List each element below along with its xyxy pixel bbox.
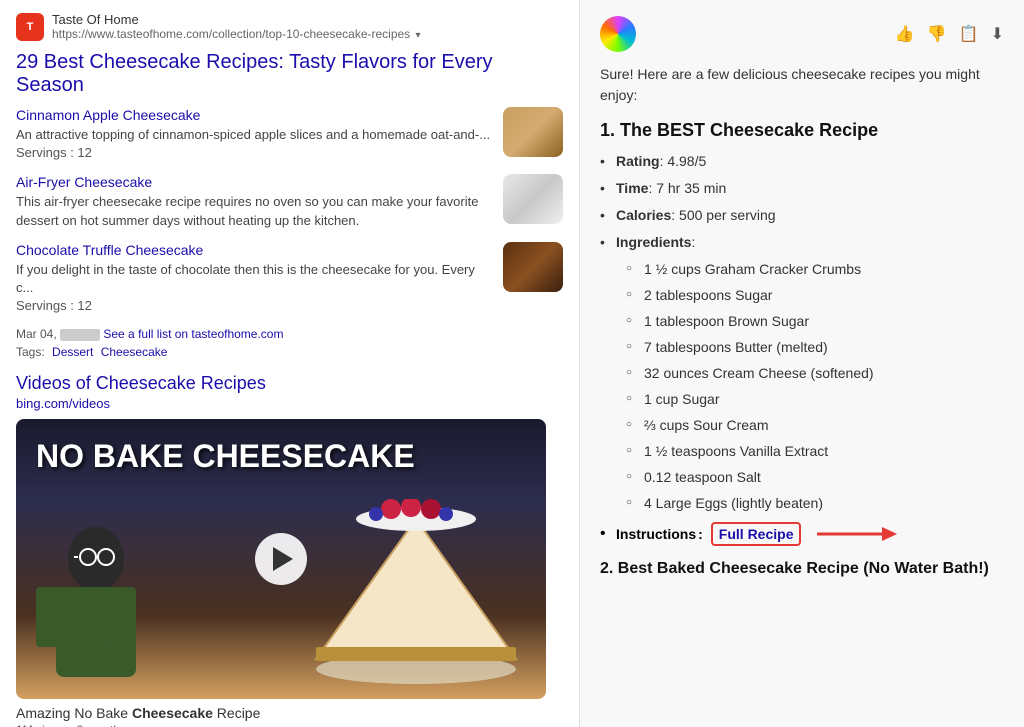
thumbup-icon[interactable]: 👍: [895, 24, 915, 44]
ingredient-2: 2 tablespoons Sugar: [626, 285, 1004, 306]
video-info-title: Amazing No Bake Cheesecake Recipe: [16, 705, 563, 721]
videos-section-title[interactable]: Videos of Cheesecake Recipes: [16, 373, 563, 394]
bullet-time: Time: 7 hr 35 min: [600, 178, 1004, 199]
source-url: https://www.tasteofhome.com/collection/t…: [52, 27, 421, 41]
full-recipe-link[interactable]: Full Recipe: [719, 526, 794, 542]
main-search-title[interactable]: 29 Best Cheesecake Recipes: Tasty Flavor…: [16, 51, 563, 97]
left-panel: T Taste Of Home https://www.tasteofhome.…: [0, 0, 580, 727]
recipe-item-3: Chocolate Truffle Cheesecake If you deli…: [16, 242, 563, 316]
share-icon[interactable]: 📋: [959, 24, 979, 44]
tag-dessert[interactable]: Dessert: [52, 345, 93, 359]
date-line: Mar 04, See a full list on tasteofhome.c…: [16, 327, 563, 341]
recipe-title-2[interactable]: Air-Fryer Cheesecake: [16, 174, 495, 190]
play-triangle-icon: [273, 547, 293, 571]
download-icon[interactable]: ⬇: [991, 24, 1004, 44]
recipe-section-2-title: 2. Best Baked Cheesecake Recipe (No Wate…: [600, 560, 1004, 578]
ai-logo-icon: [600, 16, 636, 52]
instructions-full-recipe-box[interactable]: Full Recipe: [711, 522, 802, 546]
video-meta: 1M views · 8 months ago: [16, 723, 563, 727]
cheesecake-icon: [306, 499, 526, 689]
see-full-link[interactable]: See a full list on tasteofhome.com: [103, 327, 283, 341]
source-name: Taste Of Home: [52, 12, 421, 27]
recipe-text-3: Chocolate Truffle Cheesecake If you deli…: [16, 242, 503, 316]
ai-intro-text: Sure! Here are a few delicious cheesecak…: [600, 64, 1004, 106]
recipe-title-1[interactable]: Cinnamon Apple Cheesecake: [16, 107, 495, 123]
calories-label: Calories: [616, 207, 671, 223]
red-arrow-icon: [817, 522, 897, 546]
recipe-text-2: Air-Fryer Cheesecake This air-fryer chee…: [16, 174, 503, 229]
source-text: Taste Of Home https://www.tasteofhome.co…: [52, 12, 421, 41]
recipe-list: Cinnamon Apple Cheesecake An attractive …: [16, 107, 563, 315]
recipe-desc-1: An attractive topping of cinnamon-spiced…: [16, 126, 495, 162]
ingredient-10: 4 Large Eggs (lightly beaten): [626, 493, 1004, 514]
recipe-thumb-1: [503, 107, 563, 157]
ai-header: 👍 👎 📋 ⬇: [600, 16, 1004, 52]
right-panel: 👍 👎 📋 ⬇ Sure! Here are a few delicious c…: [580, 0, 1024, 727]
source-arrow[interactable]: ▾: [416, 30, 421, 41]
recipe-bullets: Rating: 4.98/5 Time: 7 hr 35 min Calorie…: [600, 151, 1004, 514]
ingredients-label: Ingredients: [616, 234, 691, 250]
ingredient-6: 1 cup Sugar: [626, 389, 1004, 410]
rating-label: Rating: [616, 153, 660, 169]
instructions-label: Instructions: [616, 526, 696, 542]
recipe-text-1: Cinnamon Apple Cheesecake An attractive …: [16, 107, 503, 162]
ingredient-5: 32 ounces Cream Cheese (softened): [626, 363, 1004, 384]
recipe-thumb-3: [503, 242, 563, 292]
recipe-desc-3: If you delight in the taste of chocolate…: [16, 261, 495, 316]
video-info: Amazing No Bake Cheesecake Recipe 1M vie…: [16, 705, 563, 727]
recipe-title-3[interactable]: Chocolate Truffle Cheesecake: [16, 242, 495, 258]
tag-cheesecake[interactable]: Cheesecake: [101, 345, 168, 359]
chef-silhouette-icon: [16, 469, 246, 699]
blurred-name: [60, 329, 100, 341]
source-icon: T: [16, 13, 44, 41]
ingredient-1: 1 ½ cups Graham Cracker Crumbs: [626, 259, 1004, 280]
tags-line: Tags: Dessert Cheesecake: [16, 345, 563, 359]
recipe-thumb-2: [503, 174, 563, 224]
ai-actions: 👍 👎 📋 ⬇: [895, 24, 1004, 44]
ingredient-3: 1 tablespoon Brown Sugar: [626, 311, 1004, 332]
thumbdown-icon[interactable]: 👎: [927, 24, 947, 44]
ingredient-9: 0.12 teaspoon Salt: [626, 467, 1004, 488]
ingredient-7: ⅔ cups Sour Cream: [626, 415, 1004, 436]
ingredients-list: 1 ½ cups Graham Cracker Crumbs 2 tablesp…: [626, 259, 1004, 514]
recipe-desc-2: This air-fryer cheesecake recipe require…: [16, 193, 495, 229]
instructions-container: • Instructions : Full Recipe: [600, 522, 1004, 546]
recipe-item-1: Cinnamon Apple Cheesecake An attractive …: [16, 107, 563, 162]
video-thumbnail[interactable]: NO BAKE CHEESECAKE: [16, 419, 546, 699]
bullet-rating: Rating: 4.98/5: [600, 151, 1004, 172]
source-block: T Taste Of Home https://www.tasteofhome.…: [16, 12, 563, 41]
bullet-ingredients: Ingredients: 1 ½ cups Graham Cracker Cru…: [600, 232, 1004, 514]
ingredient-8: 1 ½ teaspoons Vanilla Extract: [626, 441, 1004, 462]
ingredient-4: 7 tablespoons Butter (melted): [626, 337, 1004, 358]
time-label: Time: [616, 180, 648, 196]
recipe-section-1-title: 1. The BEST Cheesecake Recipe: [600, 120, 1004, 141]
videos-source[interactable]: bing.com/videos: [16, 396, 563, 411]
bullet-calories: Calories: 500 per serving: [600, 205, 1004, 226]
video-play-button[interactable]: [255, 533, 307, 585]
recipe-item-2: Air-Fryer Cheesecake This air-fryer chee…: [16, 174, 563, 229]
